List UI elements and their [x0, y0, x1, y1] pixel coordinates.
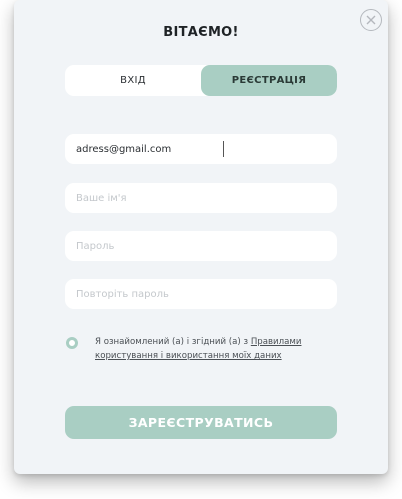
agreement-text: Я ознайомлений (а) і згідний (а) з Прави… [95, 335, 335, 363]
password-repeat-field-wrapper [65, 279, 337, 309]
name-field-wrapper [65, 183, 337, 213]
agreement-text-label: Я ознайомлений (а) і згідний (а) з [95, 337, 251, 347]
auth-tabs: ВХІД РЕЄСТРАЦІЯ [65, 65, 337, 96]
register-button[interactable]: ЗАРЕЄСТРУВАТИСЬ [65, 406, 337, 439]
password-field-wrapper [65, 231, 337, 261]
registration-dialog: ВІТАЄМО! ВХІД РЕЄСТРАЦІЯ Я ознайомлений … [14, 0, 388, 474]
text-cursor [223, 141, 224, 157]
agreement-radio[interactable] [66, 337, 78, 349]
password-field[interactable] [76, 240, 337, 252]
email-field[interactable] [76, 143, 337, 155]
dialog-title: ВІТАЄМО! [163, 25, 239, 40]
tab-register[interactable]: РЕЄСТРАЦІЯ [201, 65, 337, 96]
name-field[interactable] [76, 192, 337, 204]
tab-login[interactable]: ВХІД [65, 65, 201, 96]
password-repeat-field[interactable] [76, 288, 337, 300]
email-field-wrapper [65, 134, 337, 164]
